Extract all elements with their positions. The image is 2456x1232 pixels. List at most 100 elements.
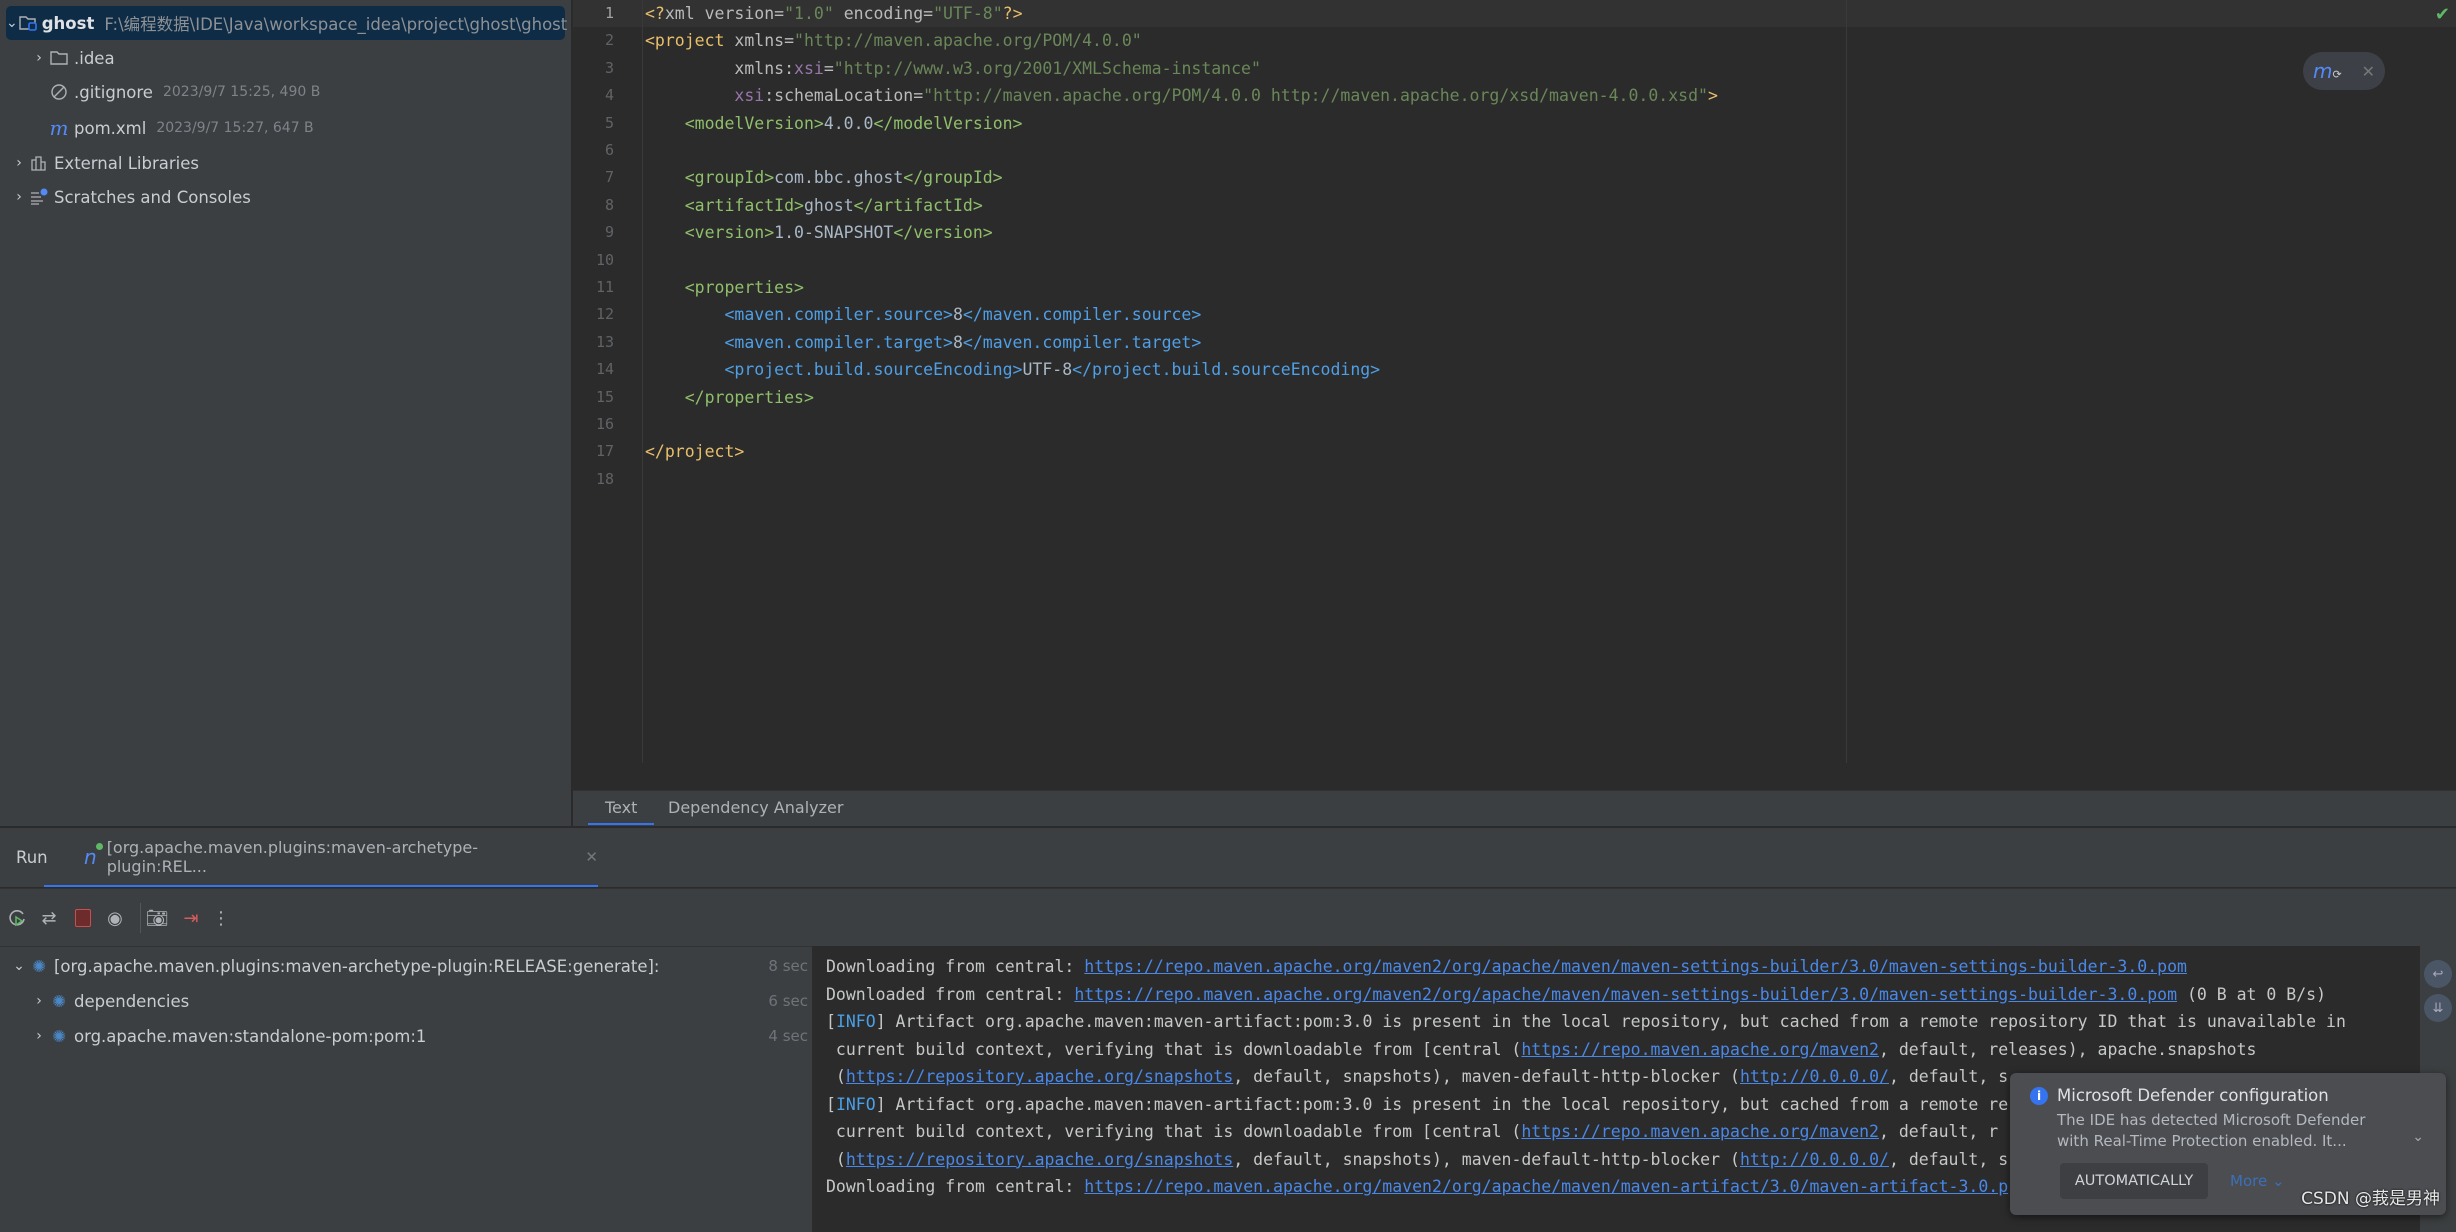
run-item-time: 8 sec [768, 957, 808, 975]
console-text: , default, s [1888, 1067, 2009, 1086]
code-line: <maven.compiler.source>8</maven.compiler… [645, 301, 1201, 328]
tree-item-gitignore[interactable]: .gitignore 2023/9/7 15:25, 490 B [48, 75, 320, 109]
console-text: , default, snapshots), maven-default-htt… [1233, 1067, 1740, 1086]
soft-wrap-icon[interactable]: ↩ [2424, 960, 2452, 988]
code-token: <properties> [645, 278, 804, 297]
tree-item-ghost-root[interactable]: ⌄ ghost F:\编程数据\IDE\Java\workspace_idea\… [6, 6, 567, 40]
chevron-right-icon[interactable]: › [10, 155, 28, 171]
project-tool-window: ⌄ ghost F:\编程数据\IDE\Java\workspace_idea\… [0, 0, 572, 826]
exit-icon[interactable]: ⇥ [178, 905, 204, 931]
console-link[interactable]: https://repo.maven.apache.org/maven2/org… [1084, 1177, 2008, 1196]
view-icon[interactable]: ◉ [102, 905, 128, 931]
code-token: "http://maven.apache.org/POM/4.0.0" [794, 31, 1142, 51]
watermark: CSDN @莪是男神 [2301, 1189, 2440, 1209]
code-token: </project> [645, 442, 745, 462]
line-number: 18 [595, 469, 614, 488]
code-line: xsi:schemaLocation="http://maven.apache.… [645, 82, 1717, 109]
code-line: <modelVersion>4.0.0</modelVersion> [645, 110, 1023, 137]
spinner-icon: ✺ [52, 991, 66, 1011]
code-token: "http://maven.apache.org/POM/4.0.0 http:… [923, 86, 1708, 106]
line-number: 7 [604, 168, 614, 187]
run-tree-item[interactable]: › ✺ org.apache.maven:standalone-pom:pom:… [30, 1019, 808, 1053]
tab-dependency-analyzer[interactable]: Dependency Analyzer [668, 791, 843, 825]
chevron-right-icon[interactable]: › [10, 189, 28, 205]
console-text: [ [826, 1094, 836, 1114]
item-name: External Libraries [54, 153, 199, 173]
code-editor[interactable]: 1 2 3 4 5 6 7 8 9 10 11 12 13 14 15 16 17 18 <?xml versio… [573, 0, 2456, 790]
stop-icon[interactable] [70, 905, 96, 931]
inspection-ok-icon[interactable]: ✔ [2435, 4, 2450, 25]
console-text: , default, s [1888, 1149, 2009, 1169]
code-token: "http://www.w3.org/2001/XMLSchema-instan… [833, 58, 1261, 78]
run-tree-item[interactable]: › ✺ dependencies 6 sec [30, 984, 808, 1018]
run-item-time: 4 sec [768, 1027, 808, 1045]
maven-reload-icon[interactable]: m⟳ [2313, 59, 2342, 83]
console-text: Downloaded from central: [826, 984, 1075, 1004]
line-number: 11 [595, 278, 614, 296]
info-icon: i [2030, 1087, 2048, 1105]
editor-bottom-tabs: Text Dependency Analyzer [573, 790, 2456, 826]
item-name: Scratches and Consoles [54, 187, 251, 207]
console-link[interactable]: http://0.0.0.0/ [1740, 1150, 1889, 1169]
run-tab-label: [org.apache.maven.plugins:maven-archetyp… [106, 837, 478, 876]
rerun-icon[interactable] [4, 905, 30, 931]
tree-item-idea[interactable]: › .idea [30, 41, 114, 75]
scratches-icon [28, 187, 50, 207]
line-number: 16 [595, 415, 614, 433]
console-text: ( [826, 1067, 846, 1086]
code-token: :schemaLocation= [764, 86, 924, 106]
console-link[interactable]: https://repo.maven.apache.org/maven2/org… [1084, 957, 2187, 976]
console-line: (https://repository.apache.org/snapshots… [826, 1063, 2008, 1090]
maven-reload-popup: m⟳ ✕ [2303, 52, 2385, 90]
code-token: <maven.compiler.target> [645, 332, 953, 352]
tree-item-external-libraries[interactable]: › External Libraries [10, 146, 199, 180]
tree-item-pom[interactable]: m pom.xml 2023/9/7 15:27, 647 B [48, 111, 314, 145]
chevron-right-icon[interactable]: › [30, 50, 48, 66]
close-tab-icon[interactable]: ✕ [585, 848, 598, 866]
run-tool-window-header: Run n [org.apache.maven.plugins:maven-ar… [0, 827, 2456, 887]
line-number: 5 [604, 113, 614, 132]
console-link[interactable]: http://0.0.0.0/ [1740, 1067, 1889, 1086]
console-link[interactable]: https://repo.maven.apache.org/maven2/org… [1074, 985, 2177, 1004]
code-token: xsi [794, 58, 824, 78]
code-token: 8 [952, 305, 963, 325]
expand-chevron-icon[interactable]: ⌄ [2412, 1129, 2424, 1145]
tab-text[interactable]: Text [588, 791, 655, 825]
tree-item-scratches[interactable]: › Scratches and Consoles [10, 180, 251, 214]
chevron-down-icon[interactable]: ⌄ [10, 958, 28, 974]
scroll-to-end-icon[interactable]: ⇊ [2424, 994, 2452, 1022]
chevron-down-icon[interactable]: ⌄ [6, 15, 18, 31]
notification-body-line2: with Real-Time Protection enabled. It... [2057, 1132, 2347, 1150]
line-number: 14 [595, 360, 614, 379]
toolbar-separator [140, 903, 141, 933]
chevron-right-icon[interactable]: › [30, 993, 48, 1009]
automatically-button[interactable]: AUTOMATICALLY [2060, 1163, 2208, 1199]
code-token: 1.0-SNAPSHOT [774, 223, 894, 243]
line-number: 12 [595, 305, 614, 324]
console-link[interactable]: https://repo.maven.apache.org/maven2 [1521, 1122, 1879, 1141]
code-token: = [784, 31, 795, 51]
console-link[interactable]: https://repo.maven.apache.org/maven2 [1521, 1040, 1879, 1059]
chevron-right-icon[interactable]: › [30, 1028, 48, 1044]
run-tab[interactable]: n [org.apache.maven.plugins:maven-archet… [44, 828, 598, 887]
screenshot-icon[interactable]: 📷︎ [144, 905, 170, 931]
spinner-icon: ✺ [52, 1026, 66, 1046]
line-number: 13 [595, 332, 614, 351]
more-link[interactable]: More ⌄ [2230, 1172, 2285, 1190]
console-link[interactable]: https://repository.apache.org/snapshots [846, 1067, 1233, 1086]
close-icon[interactable]: ✕ [2362, 62, 2375, 81]
run-tree-item[interactable]: ⌄ ✺ [org.apache.maven.plugins:maven-arch… [10, 949, 808, 983]
notification-body-line1: The IDE has detected Microsoft Defender [2057, 1111, 2366, 1129]
code-token: "UTF-8" [933, 4, 1003, 23]
code-line: <project.build.sourceEncoding>UTF-8</pro… [645, 356, 1380, 383]
ignore-icon [48, 82, 70, 102]
console-line: current build context, verifying that is… [826, 1036, 2257, 1063]
root-name: ghost [41, 13, 95, 33]
rerun-failed-icon[interactable]: ⇄ [36, 905, 62, 931]
more-icon[interactable]: ⋮ [208, 905, 234, 931]
console-link[interactable]: https://repository.apache.org/snapshots [846, 1150, 1233, 1169]
code-line: </project> [645, 438, 744, 465]
console-text: , default, releases), apache.snapshots [1879, 1039, 2257, 1059]
console-text: (0 B at 0 B/s) [2177, 984, 2327, 1004]
